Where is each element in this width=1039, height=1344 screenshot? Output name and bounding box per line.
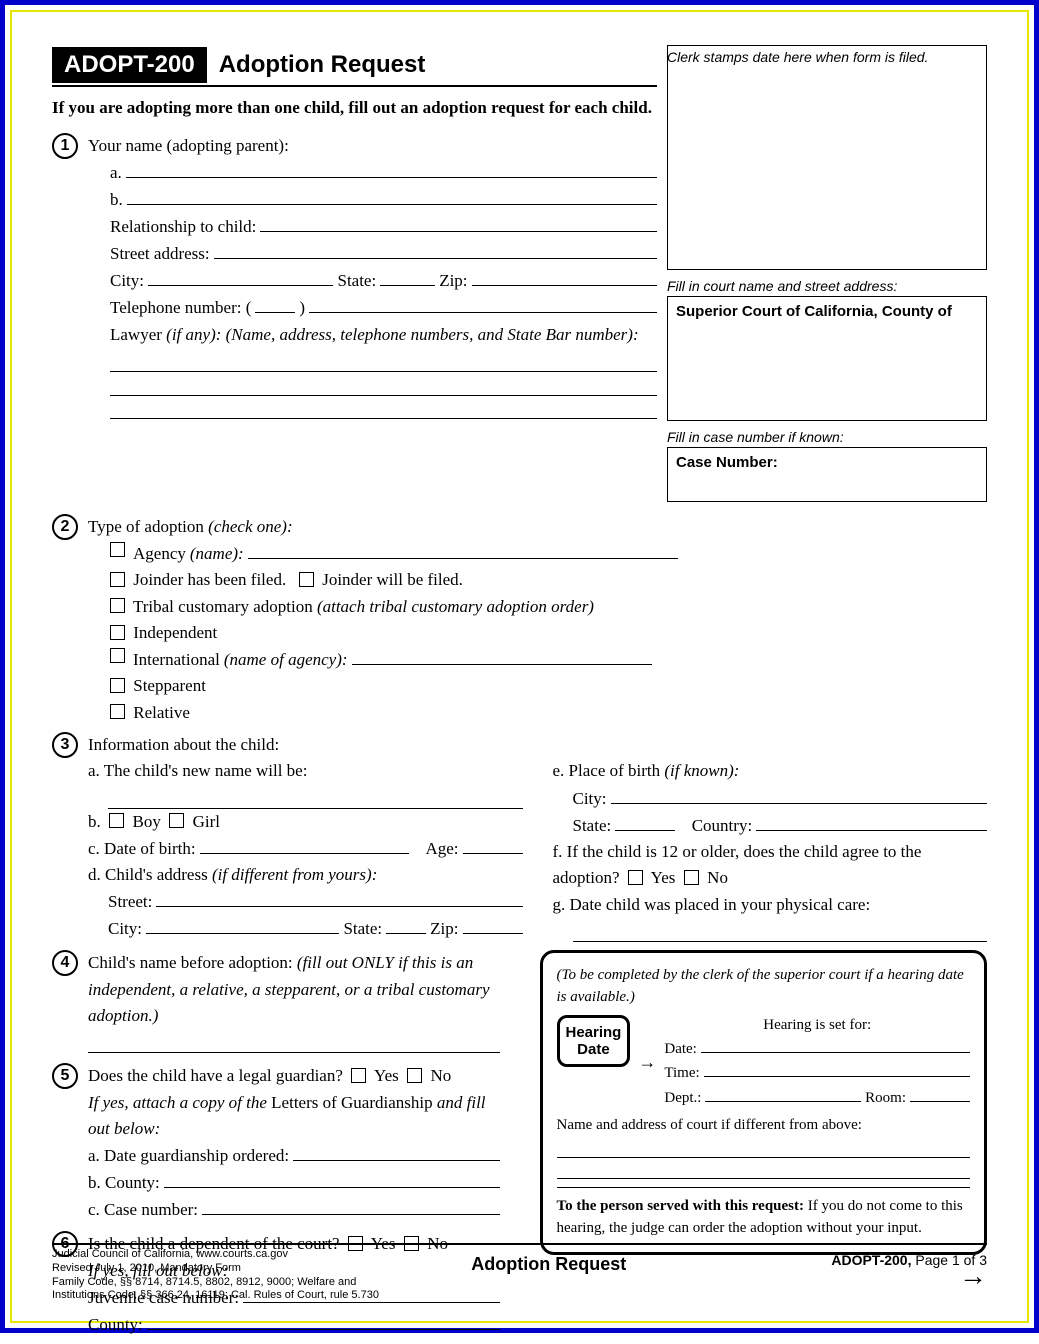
section-number: 3 bbox=[52, 732, 78, 758]
input-international[interactable] bbox=[352, 646, 652, 665]
input-agency[interactable] bbox=[248, 540, 678, 559]
input-new-name[interactable] bbox=[108, 785, 523, 809]
s1-title: Your name (adopting parent): bbox=[88, 133, 657, 159]
input-court-addr-2[interactable] bbox=[557, 1158, 971, 1179]
input-zip[interactable] bbox=[472, 268, 657, 287]
checkbox-independent[interactable] bbox=[110, 625, 125, 640]
checkbox-stepparent[interactable] bbox=[110, 678, 125, 693]
checkbox-boy[interactable] bbox=[109, 813, 124, 828]
input-court-addr-1[interactable] bbox=[557, 1137, 971, 1158]
input-birth-state[interactable] bbox=[615, 812, 675, 831]
input-hearing-dept[interactable] bbox=[705, 1085, 861, 1102]
instruction: If you are adopting more than one child,… bbox=[52, 97, 657, 119]
outer-frame: ADOPT-200 Adoption Request If you are ad… bbox=[0, 0, 1039, 1333]
input-lawyer-3[interactable] bbox=[110, 396, 657, 420]
case-label: Fill in case number if known: bbox=[667, 429, 987, 445]
input-lawyer-1[interactable] bbox=[110, 348, 657, 372]
court-box[interactable]: Superior Court of California, County of bbox=[667, 296, 987, 421]
input-tel-area[interactable] bbox=[255, 295, 295, 314]
checkbox-agree-yes[interactable] bbox=[628, 870, 643, 885]
input-child-city[interactable] bbox=[146, 915, 339, 934]
input-child-street[interactable] bbox=[156, 888, 522, 907]
input-lawyer-2[interactable] bbox=[110, 372, 657, 396]
section-4: 4 Child's name before adoption: (fill ou… bbox=[52, 950, 500, 1053]
section-number: 2 bbox=[52, 514, 78, 540]
page: ADOPT-200 Adoption Request If you are ad… bbox=[10, 10, 1029, 1323]
footer-title: Adoption Request bbox=[403, 1248, 695, 1275]
input-state[interactable] bbox=[380, 268, 435, 287]
input-juvenile-county[interactable] bbox=[147, 1311, 500, 1330]
input-child-state[interactable] bbox=[386, 915, 426, 934]
section-5: 5 Does the child have a legal guardian? … bbox=[52, 1063, 500, 1223]
input-city[interactable] bbox=[148, 268, 333, 287]
input-birth-city[interactable] bbox=[611, 785, 987, 804]
hearing-badge: Hearing Date bbox=[557, 1015, 631, 1068]
input-name-b[interactable] bbox=[127, 186, 657, 205]
checkbox-joinder-will[interactable] bbox=[299, 572, 314, 587]
input-guardian-case[interactable] bbox=[202, 1196, 500, 1215]
checkbox-guardian-no[interactable] bbox=[407, 1068, 422, 1083]
section-number: 5 bbox=[52, 1063, 78, 1089]
input-guardian-date[interactable] bbox=[293, 1142, 499, 1161]
input-name-before[interactable] bbox=[88, 1029, 500, 1053]
court-label: Fill in court name and street address: bbox=[667, 278, 987, 294]
case-box[interactable]: Case Number: bbox=[667, 447, 987, 502]
clerk-stamp-box bbox=[667, 45, 987, 270]
input-tel[interactable] bbox=[309, 295, 657, 314]
input-street[interactable] bbox=[214, 241, 657, 260]
section-3: 3 Information about the child: a. The ch… bbox=[52, 732, 987, 942]
section-number: 1 bbox=[52, 133, 78, 159]
input-birth-country[interactable] bbox=[756, 812, 987, 831]
input-age[interactable] bbox=[463, 835, 523, 854]
input-dob[interactable] bbox=[200, 835, 409, 854]
input-placed-date[interactable] bbox=[573, 918, 988, 942]
input-relationship[interactable] bbox=[260, 214, 657, 233]
title-bar: ADOPT-200 Adoption Request bbox=[52, 47, 657, 87]
checkbox-girl[interactable] bbox=[169, 813, 184, 828]
checkbox-tribal[interactable] bbox=[110, 598, 125, 613]
input-guardian-county[interactable] bbox=[164, 1169, 500, 1188]
checkbox-guardian-yes[interactable] bbox=[351, 1068, 366, 1083]
checkbox-agency[interactable] bbox=[110, 542, 125, 557]
form-title: Adoption Request bbox=[219, 51, 426, 79]
arrow-icon: → bbox=[638, 1049, 656, 1075]
input-child-zip[interactable] bbox=[463, 915, 523, 934]
section-number: 4 bbox=[52, 950, 78, 976]
checkbox-agree-no[interactable] bbox=[684, 870, 699, 885]
hearing-box: (To be completed by the clerk of the sup… bbox=[540, 950, 988, 1254]
next-page-arrow-icon: → bbox=[959, 1260, 987, 1291]
input-hearing-room[interactable] bbox=[910, 1085, 970, 1102]
input-hearing-date[interactable] bbox=[701, 1037, 970, 1054]
input-hearing-time[interactable] bbox=[704, 1061, 970, 1078]
section-2: 2 Type of adoption (check one): Agency (… bbox=[52, 514, 987, 726]
checkbox-relative[interactable] bbox=[110, 704, 125, 719]
checkbox-international[interactable] bbox=[110, 648, 125, 663]
section-1: 1 Your name (adopting parent): a. b. Rel… bbox=[52, 133, 657, 419]
checkbox-joinder-filed[interactable] bbox=[110, 572, 125, 587]
form-code: ADOPT-200 bbox=[52, 47, 207, 83]
footer: Judicial Council of California, www.cour… bbox=[52, 1243, 987, 1303]
input-name-a[interactable] bbox=[126, 159, 657, 178]
